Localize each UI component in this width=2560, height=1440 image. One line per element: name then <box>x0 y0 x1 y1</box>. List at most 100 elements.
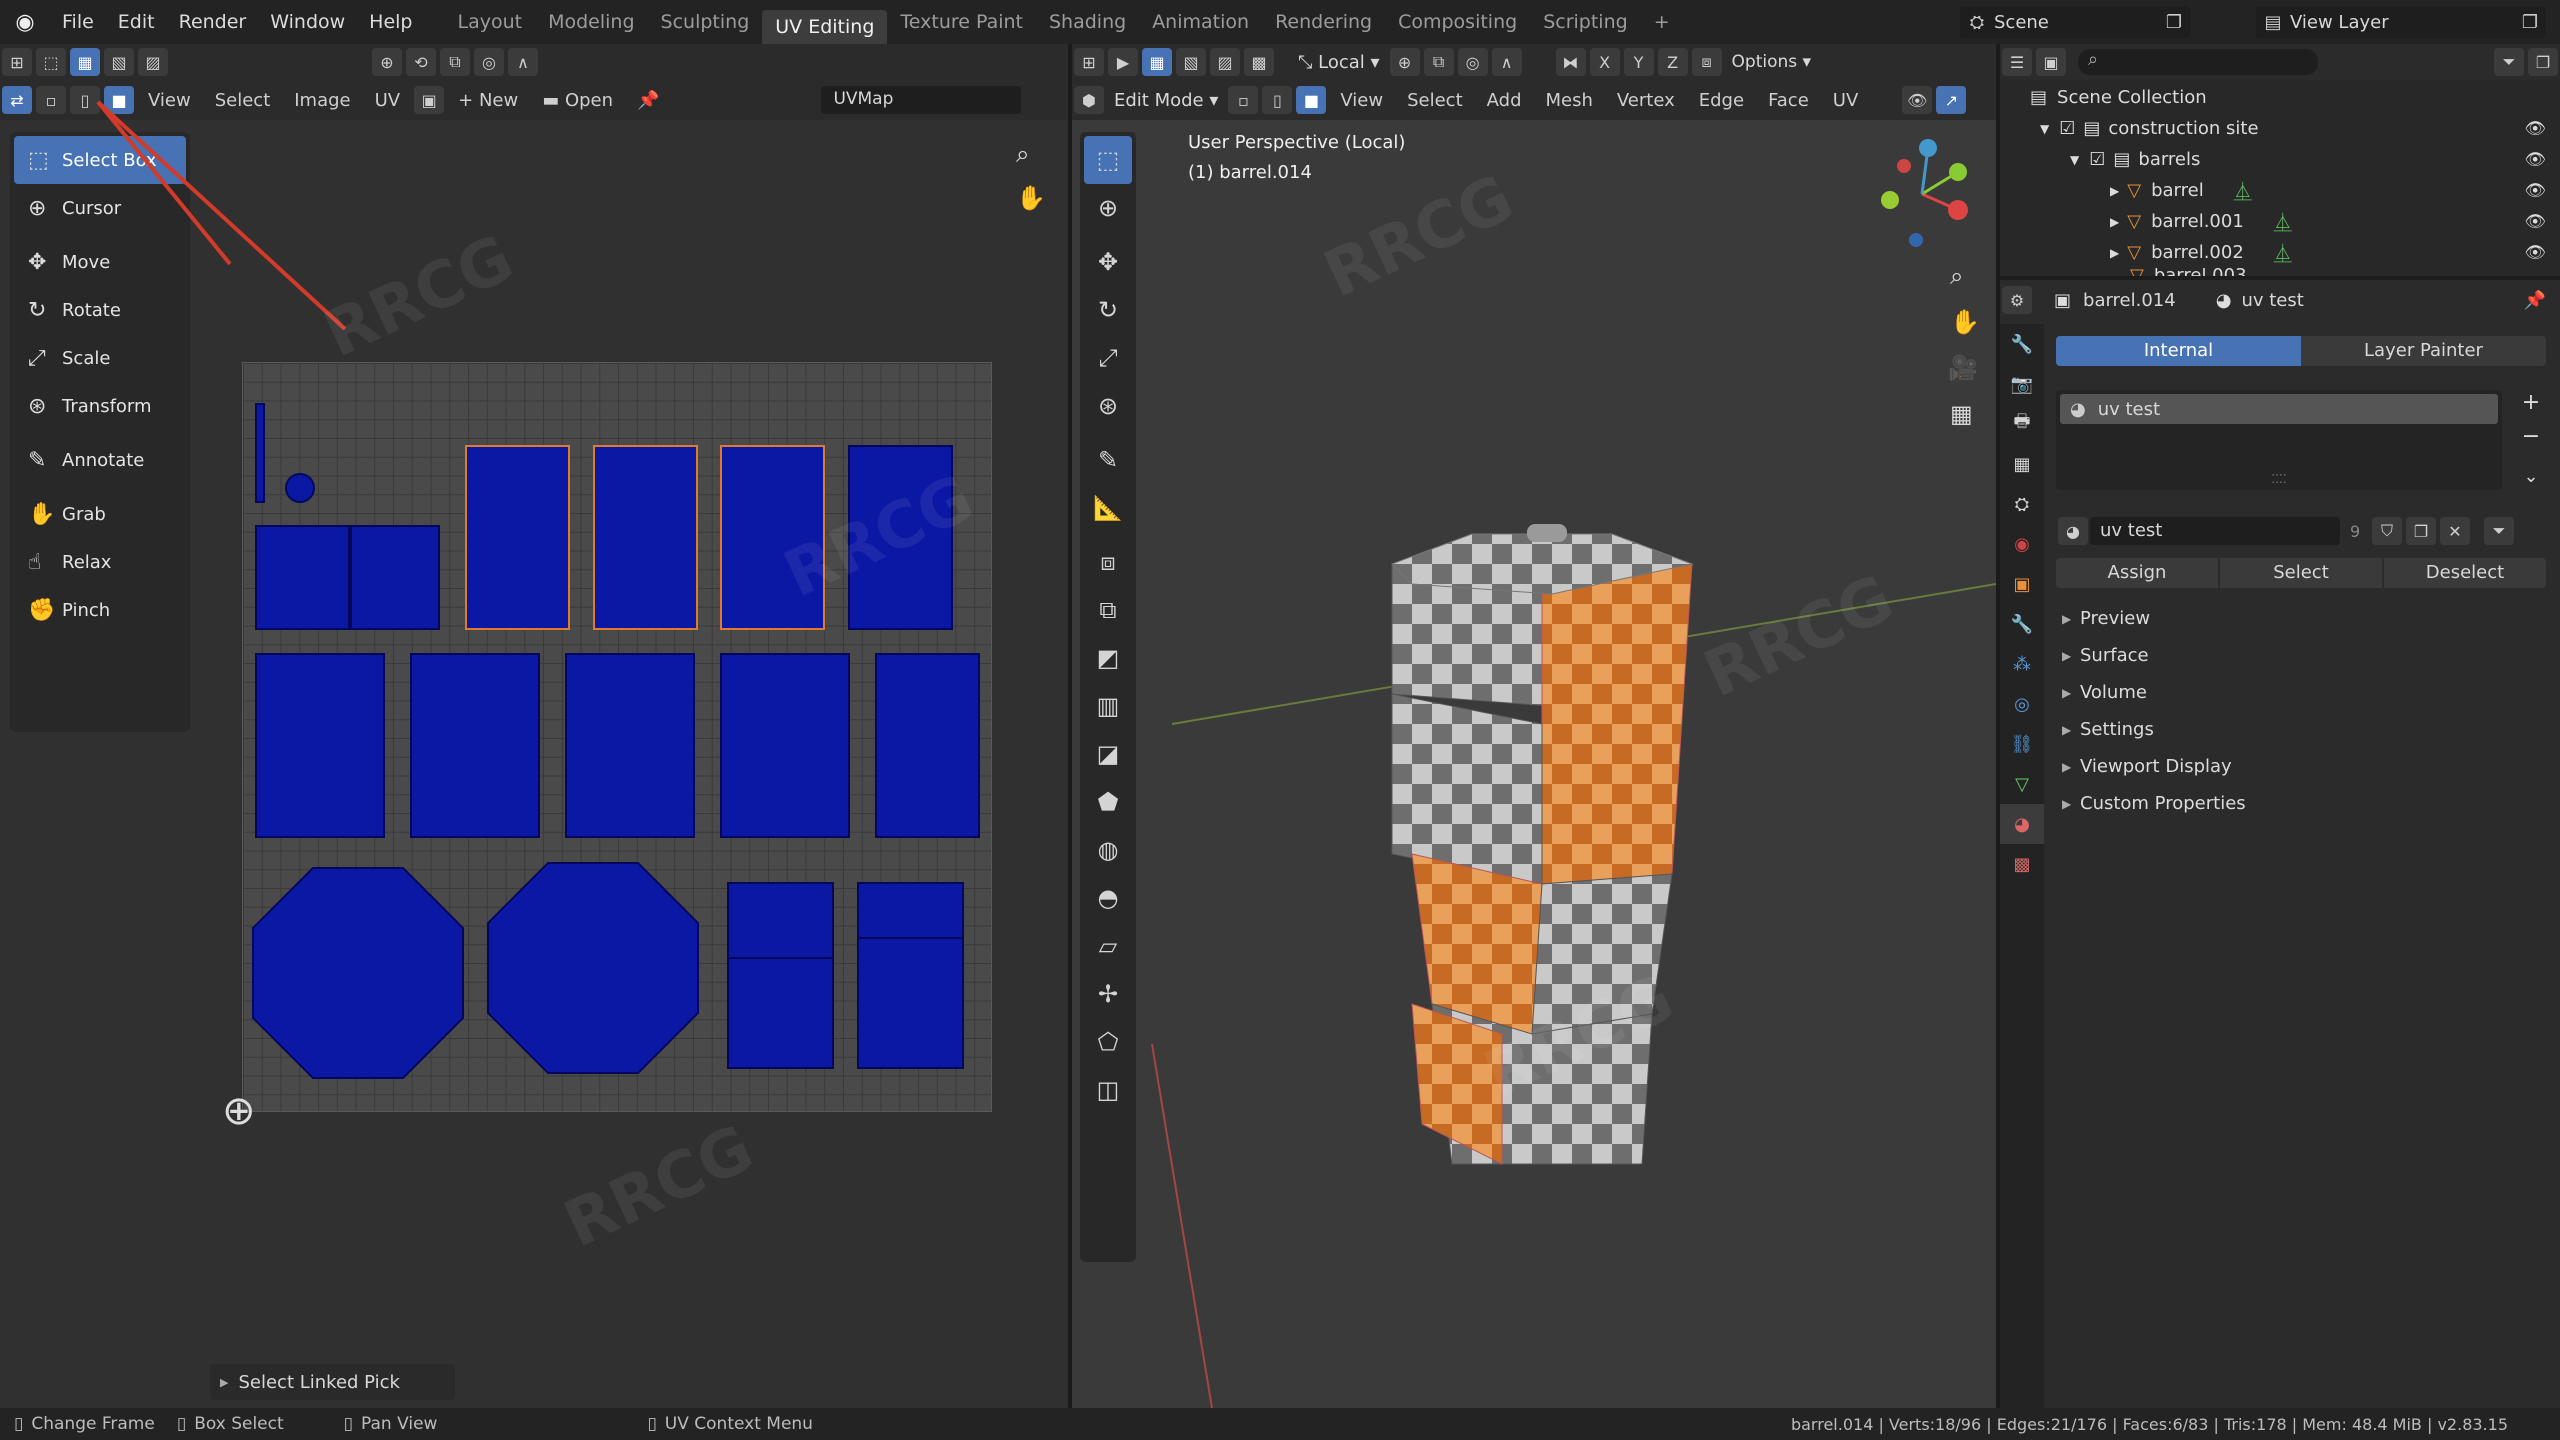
tab-internal[interactable]: Internal <box>2056 336 2301 366</box>
checkbox-icon[interactable]: ☑ <box>2089 149 2105 170</box>
3d-viewport[interactable]: ⊞ ▶ ▦ ▧ ▨ ▩ ⤡ Local ▾ ⊕ ⧉ ◎ ∧ ⧓ X Y Z ⧈ … <box>1072 44 1996 1408</box>
tab-sculpting[interactable]: Sculpting <box>648 0 763 44</box>
new-image-button[interactable]: + New <box>446 90 530 111</box>
uv-island[interactable] <box>255 653 385 838</box>
outliner-search[interactable]: ⌕ <box>2078 49 2318 75</box>
panel-settings[interactable]: ▶ Settings <box>2044 711 2560 748</box>
tab-compositing[interactable]: Compositing <box>1385 0 1530 44</box>
eye-icon[interactable]: 👁 <box>2524 243 2546 263</box>
filter-icon[interactable]: ⏷ <box>2494 48 2524 76</box>
uv-island[interactable] <box>350 525 440 630</box>
eye-icon[interactable]: 👁 <box>2524 212 2546 232</box>
eye-icon[interactable]: 👁 <box>2524 181 2546 201</box>
tab-animation[interactable]: Animation <box>1139 0 1262 44</box>
uv-island[interactable] <box>857 882 964 1069</box>
panel-volume[interactable]: ▶ Volume <box>2044 674 2560 711</box>
2d-cursor-icon[interactable]: ⊕ <box>222 1088 256 1134</box>
eye-icon[interactable]: 👁 <box>2524 119 2546 139</box>
properties-editor-icon[interactable]: ⚙ <box>2002 286 2032 314</box>
material-slot-list[interactable]: ◕ uv test ⁚⁚⁚⁚ <box>2056 390 2502 490</box>
link-menu-icon[interactable]: ⏷ <box>2484 517 2514 545</box>
uv-island[interactable] <box>255 525 350 630</box>
zoom-icon[interactable]: ⌕ <box>1016 140 1029 168</box>
tab-shading[interactable]: Shading <box>1036 0 1139 44</box>
outliner-editor-icon[interactable]: ☰ <box>2002 48 2032 76</box>
outliner-item[interactable]: ▼ ☑ ▤ barrels 👁 <box>2000 144 2560 175</box>
snap-icon[interactable]: ⧉ <box>440 48 470 76</box>
menu-render[interactable]: Render <box>167 0 259 44</box>
editor-type-icon[interactable]: ⊞ <box>2 48 32 76</box>
uv-island[interactable] <box>727 882 834 1069</box>
outliner-item[interactable]: ▶ ▽ barrel ⏅ 👁 <box>2000 175 2560 206</box>
outliner-item[interactable]: ▼ ☑ ▤ construction site 👁 <box>2000 113 2560 144</box>
output-tab-icon[interactable]: 🖶 <box>2000 404 2044 444</box>
uv-island[interactable] <box>875 653 980 838</box>
menu-edit[interactable]: Edit <box>106 0 167 44</box>
box-select-mode-icon[interactable]: ▦ <box>70 48 100 76</box>
tool-relax[interactable]: ☝ Relax <box>14 538 186 586</box>
uv-island[interactable] <box>720 653 850 838</box>
panel-surface[interactable]: ▶ Surface <box>2044 637 2560 674</box>
tab-scripting[interactable]: Scripting <box>1530 0 1641 44</box>
outliner-item[interactable]: ▶ ▽ barrel.002 ⏅ 👁 <box>2000 237 2560 268</box>
tab-texture-paint[interactable]: Texture Paint <box>887 0 1036 44</box>
vertex-select-icon[interactable]: ▫ <box>36 86 66 114</box>
tool-grab[interactable]: ✋ Grab <box>14 490 186 538</box>
image-browse-icon[interactable]: ▣ <box>414 86 445 114</box>
open-image-button[interactable]: ▬ Open <box>530 90 625 111</box>
select-button[interactable]: Select <box>2220 558 2382 588</box>
list-resize-handle[interactable]: ⁚⁚⁚⁚ <box>2056 472 2502 486</box>
pin-icon[interactable]: 📌 <box>625 90 671 111</box>
texture-tab-icon[interactable]: ▩ <box>2000 844 2044 884</box>
tab-modeling[interactable]: Modeling <box>535 0 647 44</box>
uv-island-octagon[interactable] <box>487 862 699 1074</box>
tab-layer-painter[interactable]: Layer Painter <box>2301 336 2546 366</box>
panel-preview[interactable]: ▶ Preview <box>2044 600 2560 637</box>
material-name-field[interactable]: uv test <box>2090 517 2340 545</box>
uv-island-selected[interactable] <box>593 445 698 630</box>
uv-island-selected[interactable] <box>465 445 570 630</box>
display-mode-icon[interactable]: ▣ <box>2036 48 2066 76</box>
remove-slot-button[interactable]: − <box>2516 424 2546 452</box>
render-tab-icon[interactable]: 📷 <box>2000 364 2044 404</box>
view-layer-selector[interactable]: ▤ View Layer ❐ <box>2256 6 2546 38</box>
blender-logo-icon[interactable]: ◉ <box>0 10 50 35</box>
assign-button[interactable]: Assign <box>2056 558 2218 588</box>
tab-uv-editing[interactable]: UV Editing <box>762 10 888 44</box>
browse-material-icon[interactable]: ◕ <box>2058 517 2088 545</box>
outliner-item[interactable]: ▤ Scene Collection <box>2000 82 2560 113</box>
particles-tab-icon[interactable]: ⁂ <box>2000 644 2044 684</box>
material-slot[interactable]: ◕ uv test <box>2060 394 2498 424</box>
deselect-button[interactable]: Deselect <box>2384 558 2546 588</box>
outliner-item[interactable]: ▶ ▽ barrel.001 ⏅ 👁 <box>2000 206 2560 237</box>
add-workspace-icon[interactable]: + <box>1641 0 1683 44</box>
menu-uv-uv[interactable]: UV <box>363 90 413 111</box>
select-mode-icon[interactable]: ⬚ <box>36 48 66 76</box>
material-users-count[interactable]: 9 <box>2350 522 2370 541</box>
sync-icon[interactable]: ⟲ <box>406 48 436 76</box>
subtract-select-icon[interactable]: ▨ <box>138 48 168 76</box>
uv-grid[interactable] <box>242 362 992 1112</box>
uv-island-strip[interactable] <box>255 403 265 503</box>
panel-viewport-display[interactable]: ▶ Viewport Display <box>2044 748 2560 785</box>
material-tab-icon[interactable]: ◕ <box>2000 804 2044 844</box>
tool-transform[interactable]: ⊛ Transform <box>14 382 186 430</box>
menu-window[interactable]: Window <box>258 0 357 44</box>
uv-sync-selection-icon[interactable]: ⇄ <box>2 86 32 114</box>
physics-tab-icon[interactable]: ◎ <box>2000 684 2044 724</box>
operator-panel[interactable]: ▶ Select Linked Pick <box>210 1364 455 1400</box>
tool-annotate[interactable]: ✎ Annotate <box>14 436 186 484</box>
object-tab-icon[interactable]: ▣ <box>2000 564 2044 604</box>
tool-pinch[interactable]: ✊ Pinch <box>14 586 186 634</box>
duplicate-material-icon[interactable]: ❐ <box>2406 517 2436 545</box>
outliner[interactable]: ☰ ▣ ⌕ ⏷ ❐ ▤ Scene Collection ▼ ☑ ▤ construct… <box>2000 44 2560 276</box>
tab-rendering[interactable]: Rendering <box>1262 0 1385 44</box>
mesh-data-tab-icon[interactable]: ▽ <box>2000 764 2044 804</box>
panel-custom-properties[interactable]: ▶ Custom Properties <box>2044 785 2560 822</box>
new-collection-icon[interactable]: ❐ <box>2528 48 2558 76</box>
copy-scene-icon[interactable]: ❐ <box>2166 12 2182 33</box>
copy-view-layer-icon[interactable]: ❐ <box>2522 12 2538 33</box>
modifier-tab-icon[interactable]: 🔧 <box>2000 604 2044 644</box>
outliner-item[interactable]: ▽ barrel.003 <box>2000 268 2560 276</box>
unlink-material-icon[interactable]: ✕ <box>2440 517 2470 545</box>
